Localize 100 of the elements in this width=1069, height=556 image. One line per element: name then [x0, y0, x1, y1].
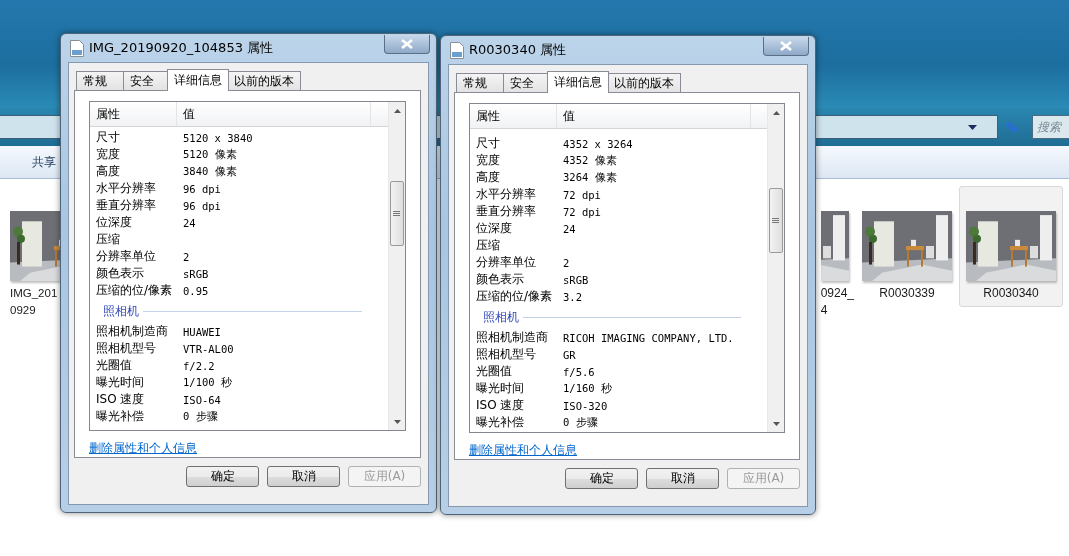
- property-value: 24: [562, 222, 576, 235]
- property-value: 72 dpi: [562, 188, 601, 201]
- tab[interactable]: 以前的版本: [607, 73, 681, 92]
- property-name: 曝光时间: [475, 380, 525, 397]
- property-name: 尺寸: [95, 129, 121, 146]
- scroll-up-arrow-icon[interactable]: [393, 109, 401, 113]
- close-button[interactable]: [763, 37, 809, 56]
- property-value: 3.2: [562, 290, 582, 303]
- dialog-button[interactable]: 确定: [565, 468, 638, 489]
- close-icon: [780, 41, 792, 51]
- property-name: 垂直分辨率: [95, 197, 157, 214]
- tab[interactable]: 常规: [456, 73, 504, 92]
- property-name: 分辨率单位: [475, 254, 537, 271]
- window-title: IMG_20190920_104853 属性: [89, 39, 274, 57]
- property-value: 96 dpi: [182, 199, 221, 212]
- property-value: 2: [182, 250, 190, 263]
- column-header[interactable]: 值: [177, 102, 371, 126]
- property-value: VTR-AL00: [182, 342, 234, 355]
- property-name: 宽度: [475, 152, 501, 169]
- property-name: 曝光补偿: [475, 414, 525, 431]
- property-name: 颜色表示: [475, 271, 525, 288]
- close-icon: [401, 39, 413, 49]
- file-name: 0929: [10, 303, 36, 318]
- group-header: 照相机: [103, 302, 139, 320]
- tab[interactable]: 安全: [123, 71, 169, 90]
- dialog-button[interactable]: 确定: [186, 466, 259, 487]
- tab[interactable]: 详细信息: [167, 69, 229, 91]
- file-name: IMG_201: [10, 286, 58, 301]
- property-value: ISO-64: [182, 393, 221, 406]
- file-name: R0030339: [879, 285, 935, 302]
- property-name: ISO 速度: [95, 391, 146, 408]
- property-value: 5120 x 3840: [182, 131, 253, 144]
- file-name: 4: [820, 302, 828, 319]
- property-name: 位深度: [95, 214, 133, 231]
- property-value: HUAWEI: [182, 325, 221, 338]
- dropdown-caret-icon[interactable]: [968, 124, 977, 130]
- property-value: GR: [562, 348, 576, 361]
- dialog-button[interactable]: 取消: [267, 466, 340, 487]
- property-value: 3264 像素: [562, 170, 617, 185]
- property-value: sRGB: [182, 267, 209, 280]
- column-header[interactable]: 属性: [470, 104, 557, 128]
- property-name: 照相机型号: [95, 340, 157, 357]
- image-file-icon: [70, 39, 84, 57]
- property-value: ISO-320: [562, 399, 608, 412]
- scroll-thumb[interactable]: [768, 188, 783, 253]
- property-value: 0 步骤: [562, 415, 598, 430]
- scrollbar[interactable]: [388, 102, 405, 430]
- column-header[interactable]: 属性: [90, 102, 177, 126]
- tab[interactable]: 常规: [76, 71, 124, 90]
- property-name: 宽度: [95, 146, 121, 163]
- property-name: 颜色表示: [95, 265, 145, 282]
- property-name: 照相机型号: [475, 346, 537, 363]
- property-value: 4352 像素: [562, 153, 617, 168]
- property-name: 曝光补偿: [95, 408, 145, 425]
- scroll-down-arrow-icon[interactable]: [393, 420, 401, 424]
- image-file-icon: [450, 41, 464, 59]
- property-value: 3840 像素: [182, 164, 237, 179]
- property-name: ISO 速度: [475, 397, 526, 414]
- property-name: 压缩的位/像素: [475, 288, 554, 305]
- property-value: 1/160 秒: [562, 381, 612, 396]
- property-name: 压缩: [95, 231, 121, 248]
- property-value: 5120 像素: [182, 147, 237, 162]
- remove-properties-link[interactable]: 删除属性和个人信息: [469, 442, 577, 459]
- scrollbar[interactable]: [767, 104, 784, 432]
- property-value: 24: [182, 216, 196, 229]
- property-name: 曝光时间: [95, 374, 145, 391]
- file-item[interactable]: R0030339: [855, 186, 959, 307]
- property-value: 72 dpi: [562, 205, 601, 218]
- property-name: 垂直分辨率: [475, 203, 537, 220]
- property-value: 0 步骤: [182, 409, 218, 424]
- property-name: 光圈值: [95, 357, 133, 374]
- scroll-up-arrow-icon[interactable]: [772, 111, 780, 115]
- property-value: f/2.2: [182, 359, 215, 372]
- property-value: 4352 x 3264: [562, 137, 633, 150]
- property-name: 压缩的位/像素: [95, 282, 174, 299]
- property-value: 2: [562, 256, 570, 269]
- toolbar-button[interactable]: 共享: [32, 153, 56, 171]
- property-value: RICOH IMAGING COMPANY, LTD.: [562, 331, 734, 344]
- property-name: 水平分辨率: [95, 180, 157, 197]
- property-name: 位深度: [475, 220, 513, 237]
- search-field[interactable]: 搜索: [1032, 115, 1069, 139]
- dialog-button[interactable]: 取消: [646, 468, 719, 489]
- scroll-thumb[interactable]: [389, 181, 404, 246]
- remove-properties-link[interactable]: 删除属性和个人信息: [89, 440, 197, 457]
- property-name: 照相机制造商: [475, 329, 549, 346]
- property-value: f/5.6: [562, 365, 595, 378]
- file-name: 0924_: [820, 285, 854, 302]
- file-item[interactable]: R0030340: [959, 186, 1063, 307]
- scroll-down-arrow-icon[interactable]: [772, 422, 780, 426]
- file-name: R0030340: [983, 285, 1039, 302]
- close-button[interactable]: [384, 35, 430, 54]
- property-name: 水平分辨率: [475, 186, 537, 203]
- window-title: R0030340 属性: [469, 41, 567, 59]
- column-header[interactable]: 值: [557, 104, 751, 128]
- property-name: 分辨率单位: [95, 248, 157, 265]
- group-header: 照相机: [483, 308, 519, 326]
- tab[interactable]: 详细信息: [547, 71, 609, 93]
- tab[interactable]: 以前的版本: [227, 71, 301, 90]
- property-value: 0.95: [182, 284, 209, 297]
- tab[interactable]: 安全: [503, 73, 549, 92]
